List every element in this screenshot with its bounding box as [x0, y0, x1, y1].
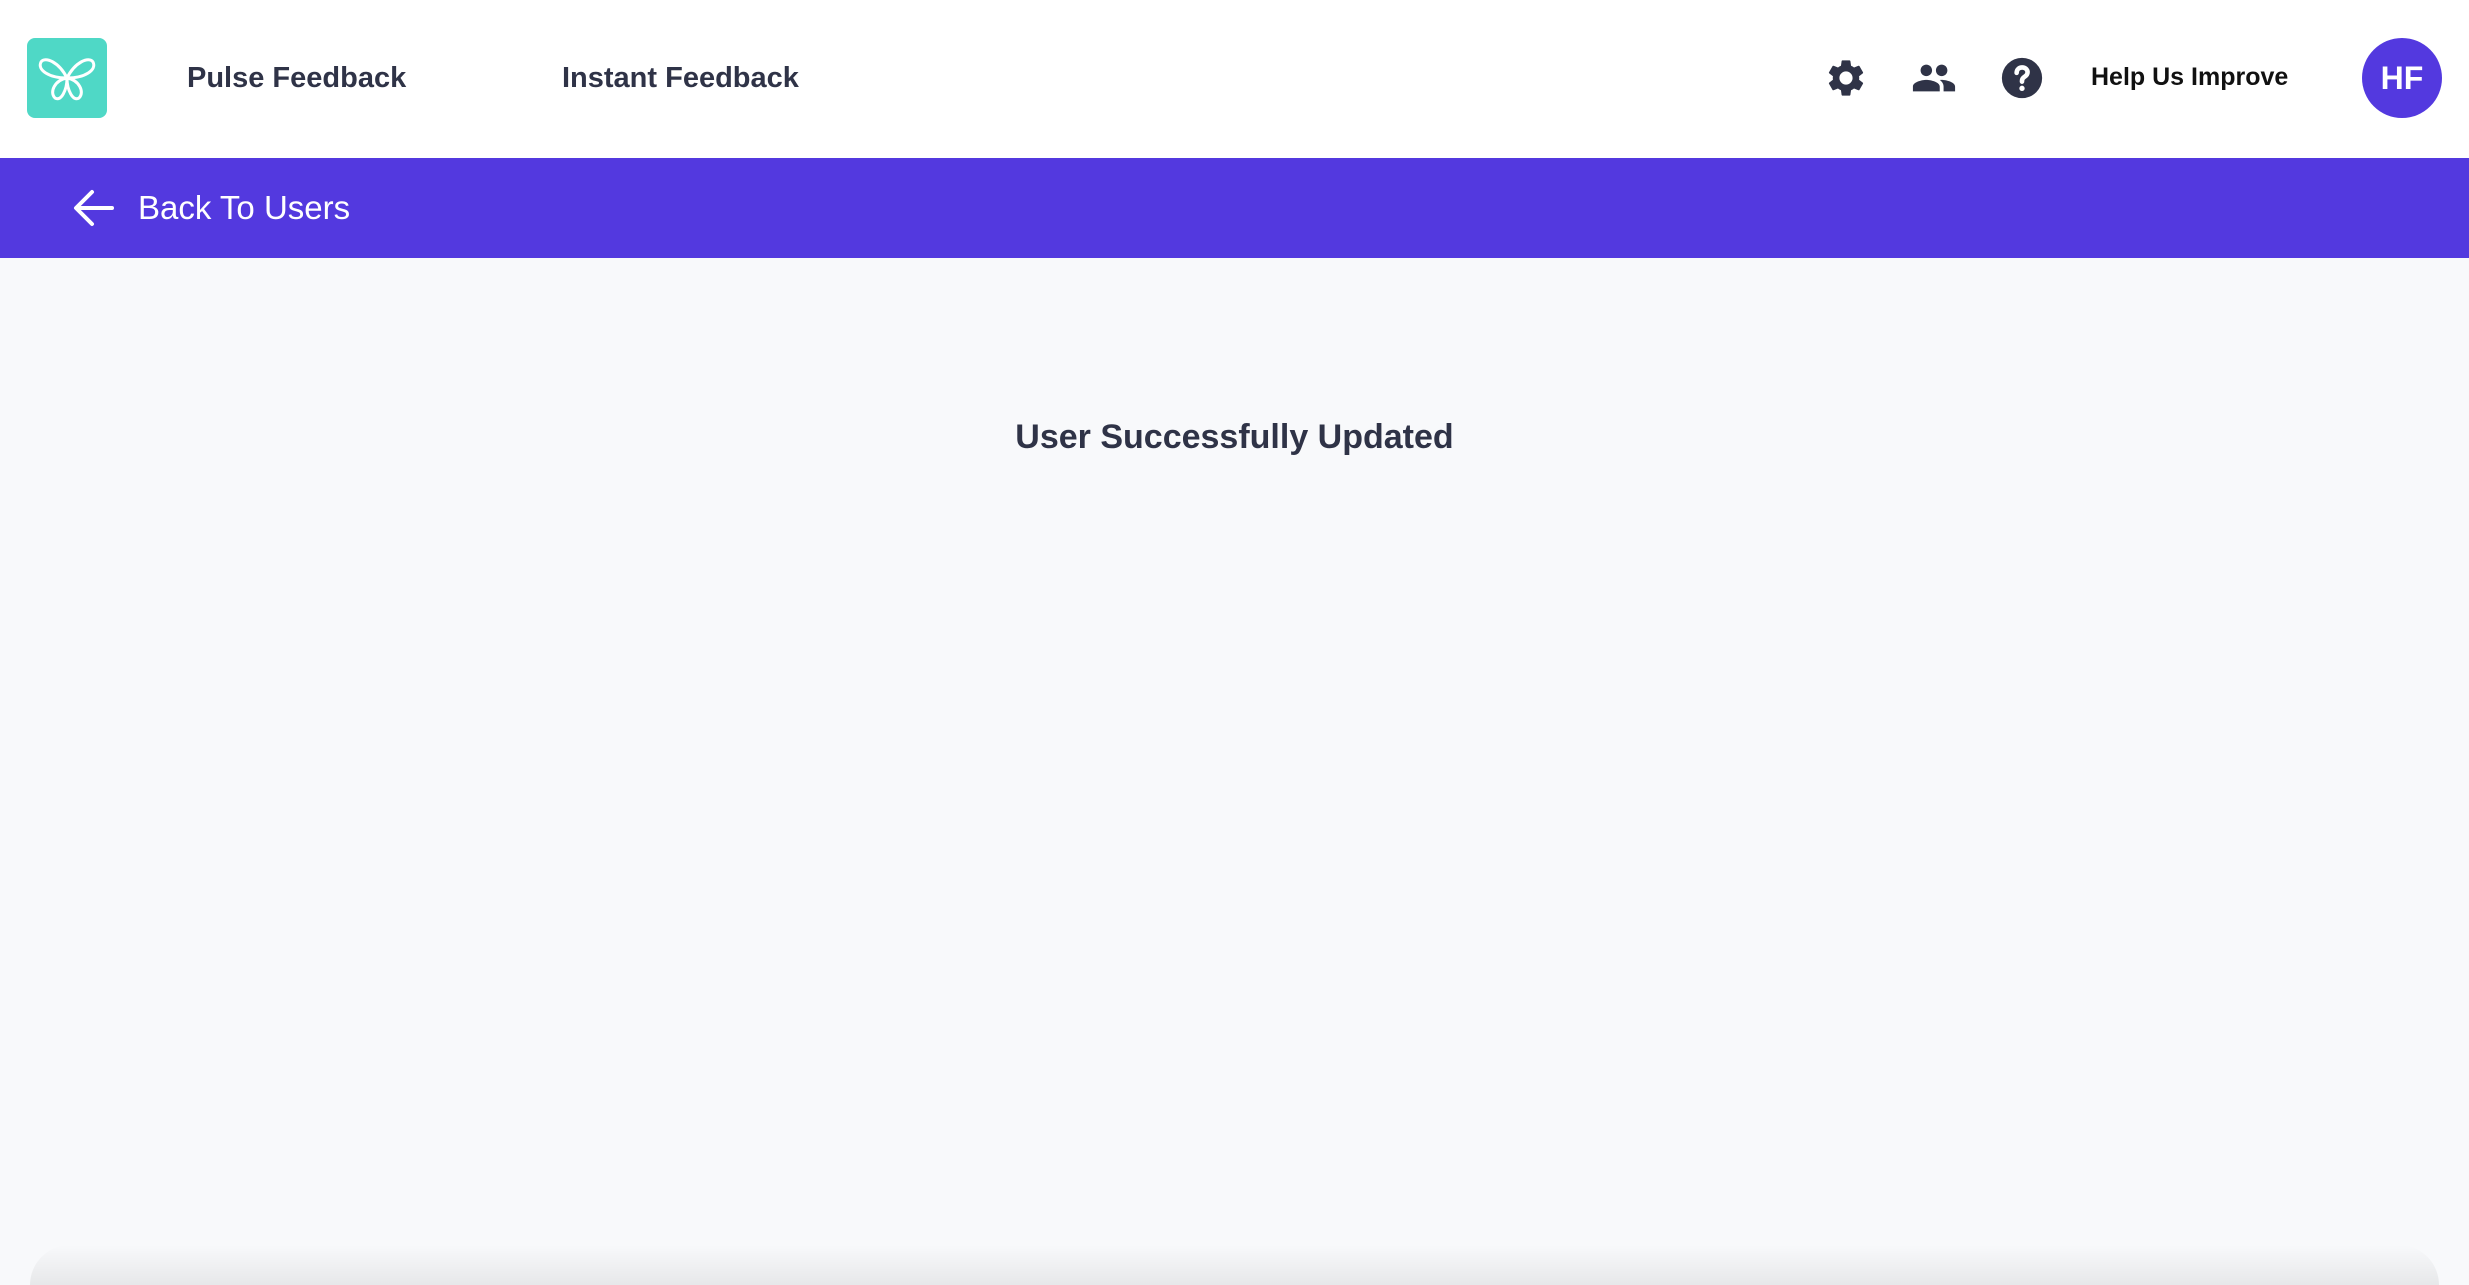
top-navigation-bar: Pulse Feedback Instant Feedback Help Us … [0, 0, 2469, 158]
arrow-left-icon [72, 186, 116, 230]
app-logo[interactable] [27, 38, 107, 118]
help-icon [2001, 57, 2043, 99]
users-button[interactable] [1910, 54, 1958, 102]
settings-button[interactable] [1822, 54, 1870, 102]
butterfly-logo-icon [38, 58, 96, 101]
nav-pulse-feedback[interactable]: Pulse Feedback [187, 60, 406, 96]
back-to-users-link[interactable]: Back To Users [72, 183, 350, 233]
user-avatar[interactable]: HF [2362, 38, 2442, 118]
help-us-improve-link[interactable]: Help Us Improve [2091, 61, 2288, 93]
back-navigation-bar: Back To Users [0, 158, 2469, 258]
users-icon [1912, 64, 1956, 92]
back-to-users-label: Back To Users [138, 189, 351, 226]
gear-icon [1828, 60, 1864, 96]
help-button[interactable] [1998, 54, 2046, 102]
nav-instant-feedback[interactable]: Instant Feedback [562, 60, 799, 96]
main-content: User Successfully Updated [0, 258, 2469, 1285]
bottom-panel-shadow [30, 1245, 2439, 1285]
status-message: User Successfully Updated [1015, 418, 1454, 456]
